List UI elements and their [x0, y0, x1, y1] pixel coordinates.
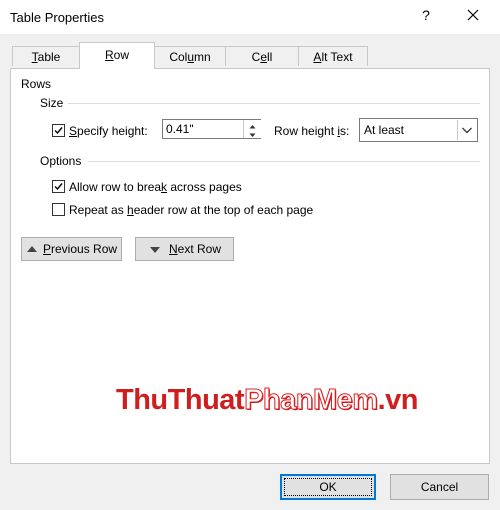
cancel-button[interactable]: Cancel	[390, 474, 489, 500]
ok-button-label: OK	[319, 480, 337, 494]
options-section-label: Options	[40, 154, 82, 168]
repeat-header-label: Repeat as header row at the top of each …	[69, 203, 314, 217]
tab-column[interactable]: Column	[154, 46, 226, 66]
row-height-mode-select[interactable]: At least	[359, 118, 478, 142]
rows-group-label: Rows	[21, 77, 52, 91]
allow-break-label: Allow row to break across pages	[69, 180, 242, 194]
window-title: Table Properties	[10, 10, 104, 25]
next-row-button[interactable]: Next Row	[135, 237, 234, 261]
checkmark-icon	[54, 127, 63, 135]
tab-table[interactable]: Table	[12, 46, 80, 66]
next-row-label: Next Row	[169, 242, 222, 256]
title-bar: Table Properties ?	[0, 0, 500, 34]
size-divider	[68, 103, 480, 104]
cancel-button-label: Cancel	[420, 480, 459, 494]
specify-height-checkbox[interactable]	[52, 124, 65, 137]
chevron-down-icon	[462, 127, 472, 134]
dropdown-arrow-button[interactable]	[457, 120, 476, 140]
triangle-down-icon	[249, 133, 256, 137]
row-height-stepper	[162, 119, 261, 139]
ok-button[interactable]: OK	[280, 474, 376, 500]
checkmark-icon	[54, 183, 63, 191]
options-divider	[88, 161, 480, 162]
tab-row-label: Row	[104, 48, 129, 62]
tab-column-label: Column	[169, 50, 211, 64]
tab-cell-label: Cell	[251, 50, 273, 64]
stepper-down-button[interactable]	[243, 129, 261, 138]
row-height-input[interactable]	[165, 121, 240, 137]
tab-alt-text-label: Alt Text	[313, 50, 353, 64]
help-button[interactable]: ?	[418, 7, 434, 23]
allow-break-checkbox[interactable]	[52, 180, 65, 193]
watermark-logo: ThuThuatPhanMem.vn	[116, 384, 418, 417]
triangle-down-icon	[150, 247, 160, 253]
previous-row-label: Previous Row	[43, 242, 118, 256]
close-button[interactable]	[464, 5, 482, 25]
tab-table-label: Table	[31, 50, 61, 64]
tab-row[interactable]: Row	[79, 42, 155, 69]
row-height-is-label: Row height is:	[274, 124, 350, 138]
close-icon	[467, 9, 479, 21]
repeat-header-checkbox[interactable]	[52, 203, 65, 216]
row-height-mode-value: At least	[364, 123, 405, 137]
triangle-up-icon	[27, 246, 37, 252]
size-section-label: Size	[40, 96, 64, 110]
tab-cell[interactable]: Cell	[225, 46, 299, 66]
specify-height-label: Specify height:	[69, 124, 148, 138]
previous-row-button[interactable]: Previous Row	[21, 237, 122, 261]
tab-alt-text[interactable]: Alt Text	[298, 46, 368, 66]
